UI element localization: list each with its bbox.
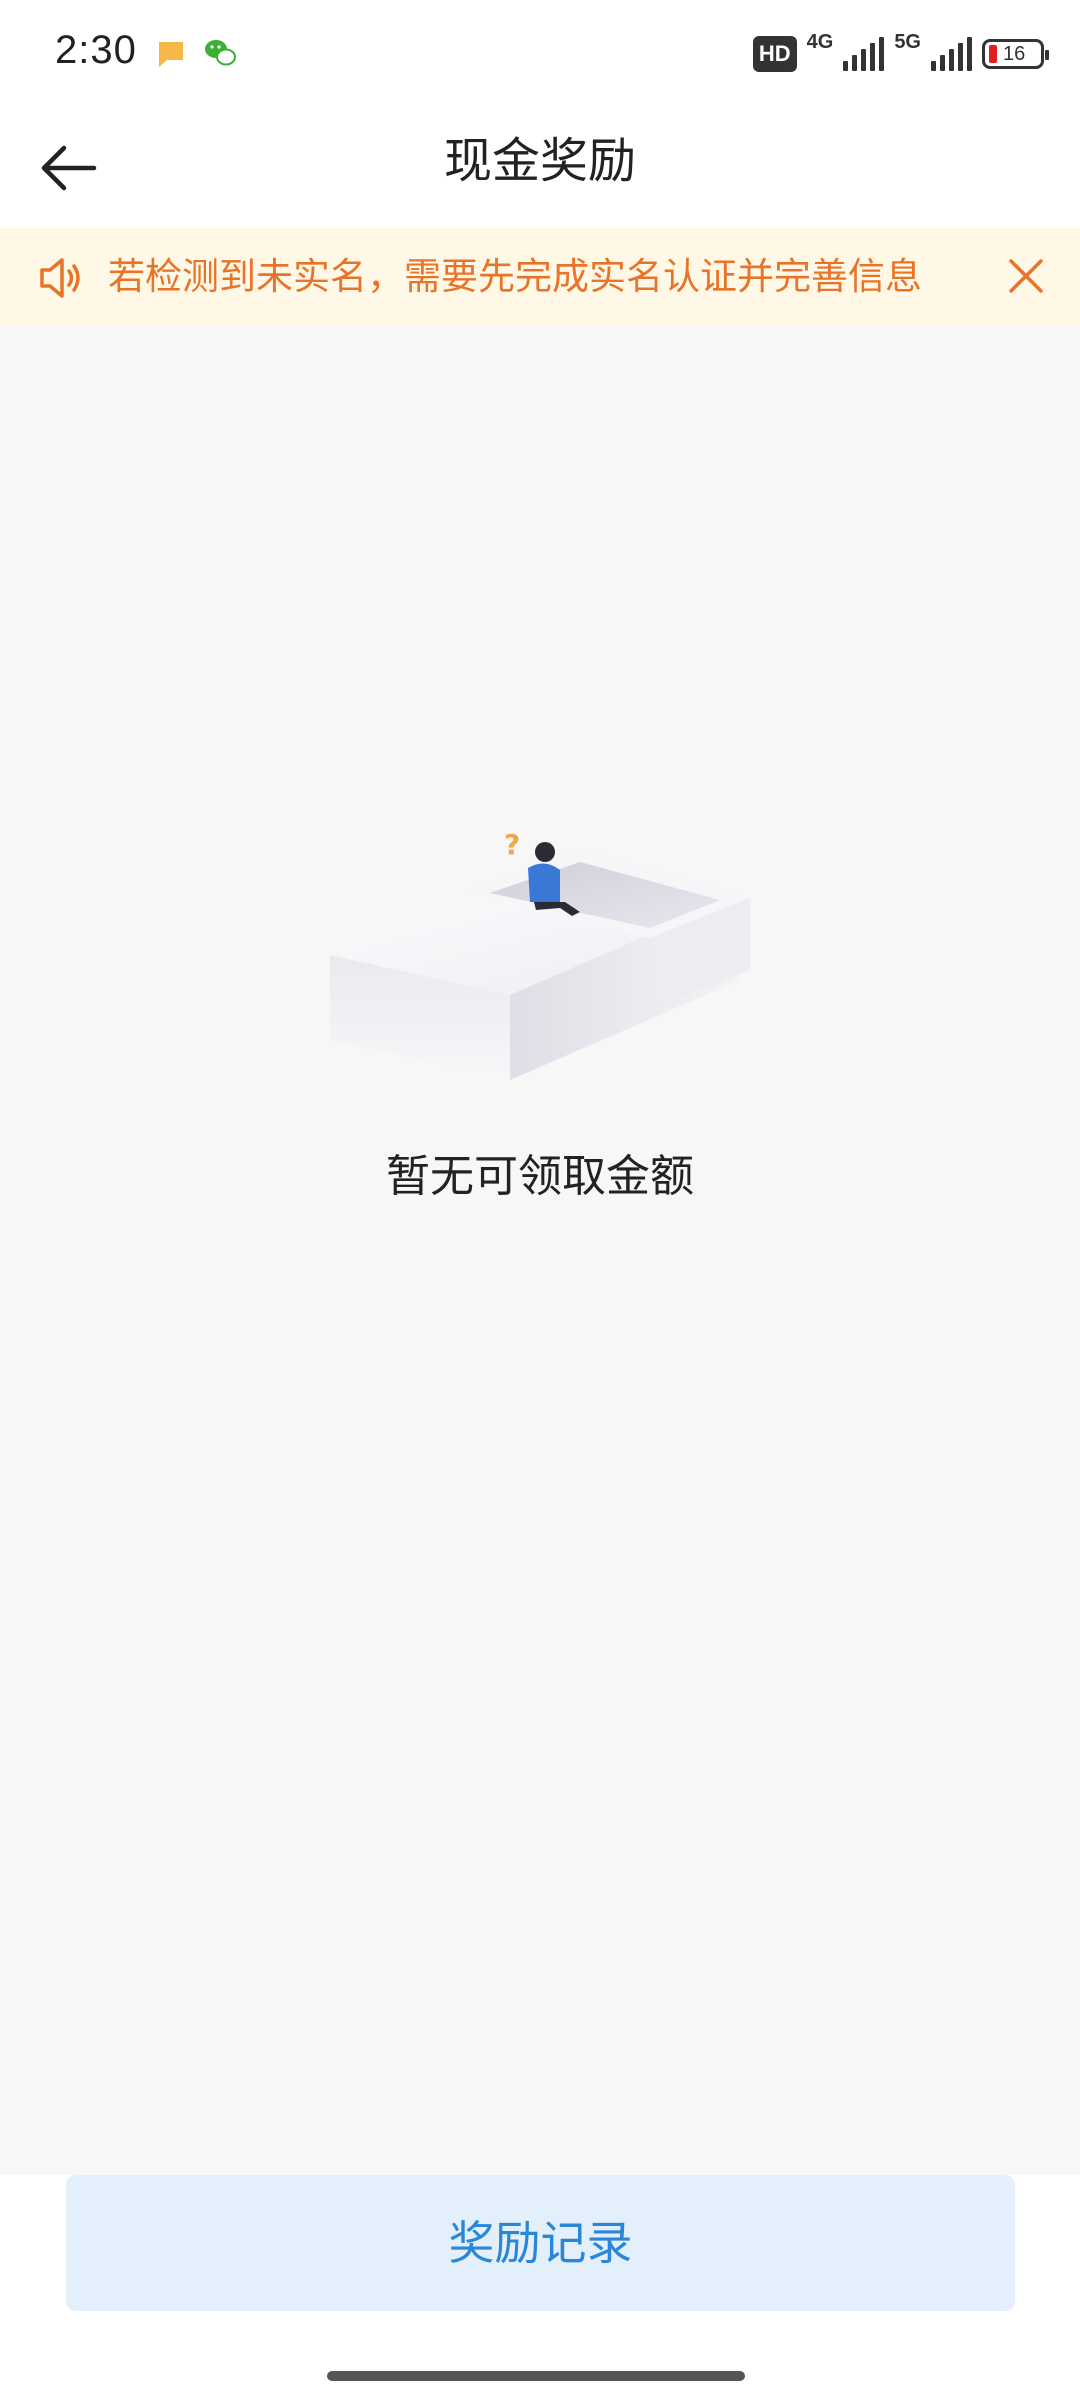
close-notice-button[interactable] [996, 246, 1056, 306]
status-time: 2:30 [55, 28, 137, 72]
wechat-icon [205, 40, 236, 66]
network-type-label-2: 5G [894, 30, 921, 53]
message-notification-icon [159, 42, 183, 67]
status-indicators: HD 4G 5G 16 [752, 30, 1049, 78]
network-type-label: 4G [806, 30, 834, 53]
notice-text: 若检测到未实名，需要先完成实名认证并完善信息 [108, 255, 922, 298]
page-title: 现金奖励 [443, 133, 636, 189]
signal-4g-icon [843, 37, 885, 71]
reward-records-button[interactable]: 奖励记录 [66, 2175, 1015, 2311]
bottom-action-area: 奖励记录 [0, 2175, 1080, 2400]
empty-box-person-illustration: ? [330, 828, 750, 1080]
battery-fill [989, 45, 997, 63]
status-bar: 2:30 HD 4G 5G 16 [0, 0, 1080, 108]
battery-level: 16 [1003, 42, 1026, 65]
battery-icon: 16 [982, 39, 1049, 69]
hd-voice-icon: HD [752, 36, 797, 72]
empty-state-message: 暂无可领取金额 [386, 1151, 694, 1202]
svg-text:?: ? [504, 828, 520, 861]
notice-banner: 若检测到未实名，需要先完成实名认证并完善信息 [0, 228, 1080, 326]
signal-5g-icon [931, 37, 972, 71]
speaker-icon [40, 258, 80, 298]
home-indicator[interactable] [327, 2371, 745, 2381]
close-icon [1009, 259, 1043, 293]
nav-bar: 现金奖励 [0, 108, 1080, 228]
